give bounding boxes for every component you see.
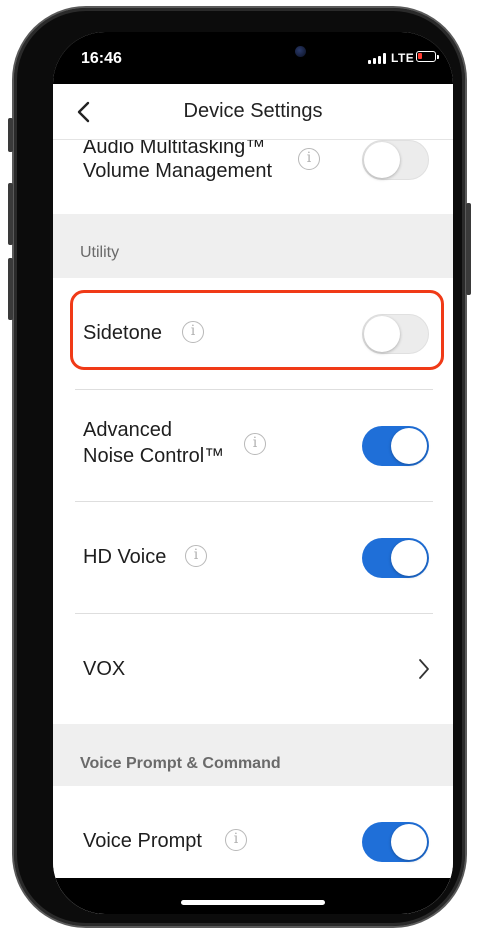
- notch: [151, 32, 355, 66]
- advanced-noise-control-toggle[interactable]: [362, 426, 429, 466]
- audio-multitasking-toggle[interactable]: [362, 140, 429, 180]
- hd-voice-toggle[interactable]: [362, 538, 429, 578]
- advanced-noise-label-line1: Advanced: [83, 419, 172, 441]
- vox-label: VOX: [83, 658, 126, 680]
- advanced-noise-label-line2: Noise Control™: [83, 445, 225, 467]
- info-icon[interactable]: i: [185, 545, 207, 567]
- voice-prompt-label: Voice Prompt: [83, 830, 202, 852]
- section-header-utility: Utility: [53, 214, 453, 278]
- status-bar: 16:46 LTE: [53, 32, 453, 84]
- front-camera: [295, 46, 306, 57]
- section-header-voice-prompt-command: Voice Prompt & Command: [53, 724, 453, 786]
- audio-multitasking-label-line1: Audio Multitasking™: [83, 140, 266, 158]
- power-button: [466, 203, 471, 295]
- advanced-noise-control-row: Advanced Noise Control™ i: [53, 390, 453, 502]
- section-utility-label: Utility: [80, 244, 120, 261]
- settings-list[interactable]: Audio Multitasking™ Volume Management i …: [53, 140, 453, 914]
- voice-prompt-toggle[interactable]: [362, 822, 429, 862]
- volume-down-button: [8, 258, 13, 320]
- mute-switch: [8, 118, 13, 152]
- phone-frame: 16:46 LTE Device Settings Audio Multitas…: [8, 8, 471, 926]
- info-icon[interactable]: i: [244, 433, 266, 455]
- page-title: Device Settings: [183, 100, 323, 122]
- highlight-box: [70, 290, 444, 370]
- signal-icon: [368, 53, 386, 64]
- hd-voice-row: HD Voice i: [53, 502, 453, 614]
- hd-voice-label: HD Voice: [83, 546, 167, 568]
- nav-bar: Device Settings: [53, 84, 453, 140]
- bottom-bar: [53, 878, 453, 914]
- info-icon[interactable]: i: [225, 829, 247, 851]
- audio-multitasking-label-line2: Volume Management: [83, 160, 273, 182]
- battery-icon: [416, 51, 439, 62]
- network-type: LTE: [391, 51, 415, 65]
- section-voice-prompt-label: Voice Prompt & Command: [80, 755, 281, 772]
- home-indicator[interactable]: [181, 900, 325, 905]
- audio-multitasking-row: Audio Multitasking™ Volume Management i: [53, 140, 453, 214]
- chevron-right-icon: [419, 659, 429, 679]
- status-time: 16:46: [81, 50, 122, 67]
- volume-up-button: [8, 183, 13, 245]
- vox-row[interactable]: VOX: [53, 614, 453, 724]
- screen: 16:46 LTE Device Settings Audio Multitas…: [53, 32, 453, 914]
- info-icon[interactable]: i: [298, 148, 320, 170]
